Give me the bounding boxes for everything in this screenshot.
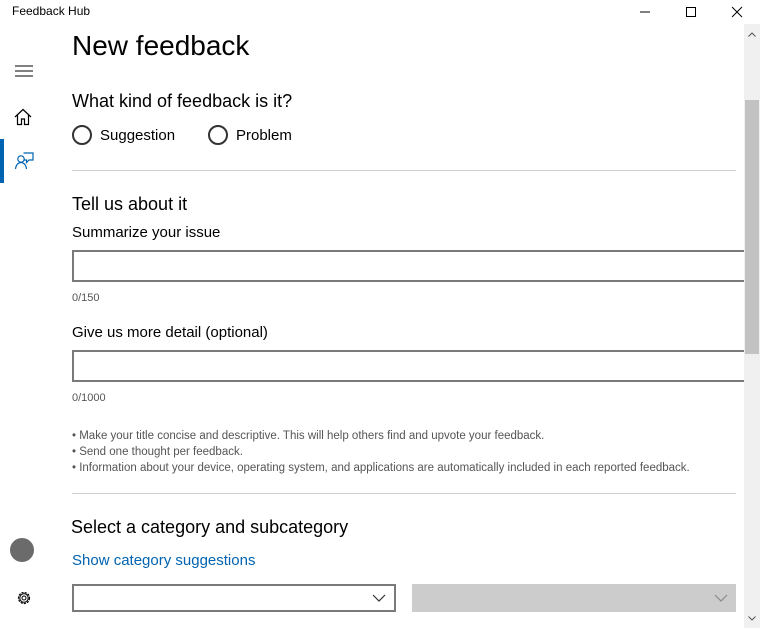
radio-circle (208, 125, 228, 145)
minimize-button[interactable] (622, 0, 668, 24)
page-title: New feedback (72, 30, 250, 61)
detail-input[interactable] (72, 350, 744, 382)
app-title: Feedback Hub (12, 4, 91, 18)
tell-us-heading: Tell us about it (72, 194, 188, 214)
chevron-down-icon (372, 594, 386, 602)
menu-icon (15, 65, 33, 77)
problem-label: Problem (236, 126, 292, 144)
chevron-down-icon (714, 594, 728, 602)
scroll-down-button[interactable] (744, 608, 760, 628)
problem-radio[interactable]: Problem (208, 125, 292, 145)
sidebar-item-feedback[interactable] (0, 139, 48, 183)
divider (72, 493, 736, 494)
scroll-thumb[interactable] (745, 100, 759, 354)
feedback-icon (14, 152, 34, 170)
gear-icon (17, 591, 31, 605)
tip-item: • Send one thought per feedback. (72, 446, 243, 458)
scroll-up-button[interactable] (744, 24, 760, 44)
tip-item: • Information about your device, operati… (72, 462, 690, 474)
maximize-button[interactable] (668, 0, 714, 24)
chevron-up-icon (748, 31, 756, 37)
show-category-suggestions-link[interactable]: Show category suggestions (72, 552, 255, 569)
detail-label: Give us more detail (optional) (72, 324, 268, 341)
suggestion-radio[interactable]: Suggestion (72, 125, 175, 145)
vertical-scrollbar[interactable] (744, 24, 760, 628)
category-dropdown[interactable] (72, 584, 396, 612)
suggestion-label: Suggestion (100, 126, 176, 144)
chevron-down-icon (748, 615, 756, 621)
summary-label: Summarize your issue (72, 224, 221, 241)
subcategory-dropdown[interactable] (412, 584, 736, 612)
radio-circle (72, 125, 92, 145)
sidebar-item-home[interactable] (0, 95, 47, 139)
feedback-tips: • Make your title concise and descriptiv… (72, 428, 690, 476)
active-indicator (0, 139, 4, 183)
minimize-icon (640, 11, 650, 13)
close-icon (731, 6, 743, 18)
summary-counter: 0/150 (72, 292, 100, 304)
home-icon (14, 108, 32, 126)
close-button[interactable] (714, 0, 760, 24)
divider (72, 170, 736, 171)
avatar[interactable] (10, 538, 34, 562)
feedback-kind-heading: What kind of feedback is it? (72, 91, 293, 111)
detail-counter: 0/1000 (72, 392, 106, 404)
title-bar: Feedback Hub (0, 0, 760, 24)
settings-button[interactable] (0, 576, 48, 620)
tip-item: • Make your title concise and descriptiv… (72, 430, 545, 442)
summary-input[interactable] (72, 250, 744, 282)
sidebar (0, 24, 48, 628)
maximize-icon (686, 7, 696, 17)
main-content: New feedback What kind of feedback is it… (48, 24, 744, 628)
category-heading: Select a category and subcategory (71, 517, 349, 537)
hamburger-menu-button[interactable] (0, 49, 48, 93)
